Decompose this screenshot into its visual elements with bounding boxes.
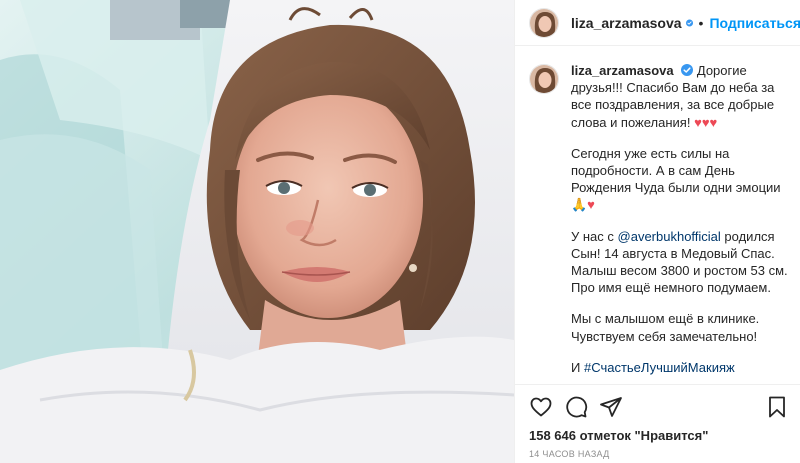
avatar[interactable] [529, 7, 559, 38]
caption-paragraph: И #СчастьеЛучшийМакияж [571, 359, 793, 376]
avatar-image [530, 8, 558, 37]
caption-text: У нас с [571, 228, 618, 244]
follow-button[interactable]: Подписаться [709, 15, 800, 31]
header-separator: • [698, 14, 704, 31]
post-caption: liza_arzamasova Дорогие друзья!!! Спасиб… [571, 62, 793, 380]
caption-paragraph: У нас с @averbukhofficial родился Сын! 1… [571, 228, 793, 297]
caption-paragraph: Мы с малышом ещё в клинике. Чувствуем се… [571, 310, 793, 344]
verified-icon [681, 64, 694, 76]
hashtag-link[interactable]: #СчастьеЛучшийМакияж [584, 360, 735, 375]
caption-paragraph: Сегодня уже есть силы на подробности. А … [571, 145, 793, 214]
caption-paragraph: liza_arzamasova Дорогие друзья!!! Спасиб… [571, 62, 793, 131]
avatar[interactable] [529, 64, 559, 94]
selfie-illustration [0, 0, 514, 463]
pray-heart-emoji: 🙏♥ [571, 197, 595, 213]
like-icon[interactable] [529, 395, 553, 419]
mention-link[interactable]: @averbukhofficial [618, 229, 721, 244]
post-side-panel: liza_arzamasova • Подписаться liza_arzam… [514, 0, 800, 463]
post-actions: 158 646 отметок "Нравится" 14 ЧАСОВ НАЗА… [515, 384, 800, 463]
post-photo[interactable] [0, 0, 514, 463]
verified-icon [685, 18, 693, 27]
action-icons [529, 395, 623, 419]
post-header: liza_arzamasova • Подписаться [515, 0, 800, 46]
post-timestamp[interactable]: 14 ЧАСОВ НАЗАД [529, 449, 610, 459]
caption-username[interactable]: liza_arzamasova [571, 63, 674, 78]
header-username[interactable]: liza_arzamasova [571, 15, 682, 31]
caption-area: liza_arzamasova Дорогие друзья!!! Спасиб… [515, 62, 800, 380]
caption-text: И [571, 359, 584, 375]
avatar-image [530, 65, 558, 93]
likes-count[interactable]: 158 646 отметок "Нравится" [529, 428, 708, 443]
comment-icon[interactable] [564, 395, 588, 419]
caption-text: Сегодня уже есть силы на подробности. А … [571, 145, 781, 196]
heart-emoji: ♥♥♥ [694, 114, 718, 130]
instagram-post: liza_arzamasova • Подписаться liza_arzam… [0, 0, 800, 463]
caption-text: Мы с малышом ещё в клинике. Чувствуем се… [571, 311, 760, 344]
share-icon[interactable] [599, 395, 623, 419]
bookmark-icon[interactable] [765, 395, 789, 419]
